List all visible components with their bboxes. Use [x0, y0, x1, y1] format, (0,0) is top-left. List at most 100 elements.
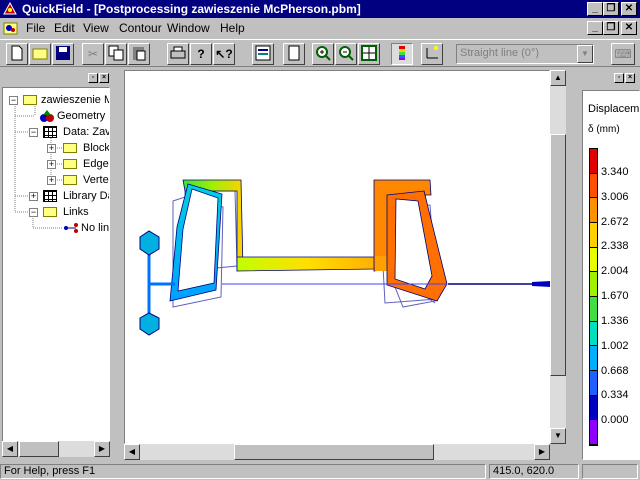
legend-swatch	[590, 297, 597, 322]
doc-icon[interactable]	[3, 20, 19, 36]
open-folder-icon	[23, 95, 37, 105]
legend-value: 0.668	[601, 365, 629, 377]
contour-type-value: Straight line (0°)	[460, 47, 539, 59]
open-folder-icon	[43, 207, 57, 217]
tree-pane-float-button[interactable]: ▫	[88, 73, 98, 83]
legend-title: Displacem	[588, 103, 640, 115]
menu-view[interactable]: View	[83, 21, 109, 35]
copy-icon[interactable]	[105, 43, 127, 65]
canvas-hscrollbar[interactable]: ◀ ▶	[124, 444, 550, 460]
paste-icon[interactable]	[128, 43, 150, 65]
canvas-vscrollbar[interactable]: ▲ ▼	[550, 70, 566, 444]
legend-value: 0.334	[601, 389, 629, 401]
canvas-vscroll-thumb[interactable]	[550, 134, 566, 376]
app-icon[interactable]	[3, 1, 17, 16]
save-icon[interactable]	[52, 43, 74, 65]
legend-pane-float-button[interactable]: ▫	[614, 73, 624, 83]
new-file-icon[interactable]	[6, 43, 28, 65]
table-icon	[43, 126, 57, 138]
table-icon	[43, 190, 57, 202]
collapse-icon[interactable]: −	[29, 128, 38, 137]
menu-edit[interactable]: Edit	[54, 21, 75, 35]
legend-value: 3.006	[601, 191, 629, 203]
scroll-left-icon[interactable]: ◀	[124, 444, 140, 460]
title-bar: QuickField - [Postprocessing zawieszenie…	[0, 0, 640, 18]
tree-item-label: Links	[63, 206, 89, 218]
tree-hscroll-thumb[interactable]	[19, 441, 59, 457]
expand-icon[interactable]: +	[47, 144, 56, 153]
doc-restore-button[interactable]: ❐	[603, 21, 619, 35]
legend-swatch	[590, 223, 597, 248]
menu-contour[interactable]: Contour	[119, 21, 162, 35]
scroll-right-icon[interactable]: ▶	[534, 444, 550, 460]
restore-button[interactable]: ❐	[603, 2, 619, 16]
tree-item-label: Block	[83, 142, 110, 154]
print-icon[interactable]	[167, 43, 189, 65]
status-coordinates: 415.0, 620.0	[489, 464, 579, 479]
legend-swatch	[590, 149, 597, 174]
scroll-up-icon[interactable]: ▲	[550, 70, 566, 86]
page-setup-icon[interactable]	[283, 43, 305, 65]
expand-icon[interactable]: +	[47, 176, 56, 185]
link-icon	[63, 222, 79, 234]
menu-file[interactable]: File	[26, 21, 45, 35]
legend-pane-close-button[interactable]: ×	[625, 73, 635, 83]
tree-hscrollbar[interactable]: ◀ ▶	[2, 441, 110, 457]
zoom-fit-icon[interactable]	[358, 43, 380, 65]
doc-minimize-button[interactable]: _	[587, 21, 603, 35]
contour-type-select[interactable]: Straight line (0°) ▼	[456, 44, 594, 64]
tree-pane-close-button[interactable]: ×	[99, 73, 109, 83]
legend-pane: ▫ × Displacem δ (mm) 3.340 3.006 2.672 2.33…	[570, 73, 640, 460]
problem-tree-pane: ▫ × − zawieszenie M Geometry − Data: Zav…	[2, 73, 110, 458]
scroll-down-icon[interactable]: ▼	[550, 428, 566, 444]
legend-color-bar	[589, 148, 598, 446]
tree-item-label: Vertex	[83, 174, 109, 186]
chevron-down-icon[interactable]: ▼	[577, 45, 593, 63]
canvas-hscroll-thumb[interactable]	[234, 444, 434, 460]
legend-swatch	[590, 198, 597, 224]
scroll-left-icon[interactable]: ◀	[2, 441, 18, 457]
window-title: QuickField - [Postprocessing zawieszenie…	[22, 2, 361, 16]
menu-window[interactable]: Window	[167, 21, 210, 35]
collapse-icon[interactable]: −	[29, 208, 38, 217]
legend-swatch	[590, 247, 597, 273]
close-button[interactable]: ✕	[621, 2, 637, 16]
tree-item-label: Geometry	[57, 110, 106, 122]
status-extra	[582, 464, 638, 479]
folder-icon	[63, 175, 77, 185]
help-question-icon[interactable]: ?	[190, 43, 212, 65]
legend-swatch	[590, 346, 597, 372]
expand-icon[interactable]: +	[29, 192, 38, 201]
legend-value: 0.000	[601, 414, 629, 426]
postprocessor-canvas[interactable]	[124, 70, 551, 445]
legend-unit: δ (mm)	[588, 124, 620, 135]
color-legend: Displacem δ (mm) 3.340 3.006 2.672 2.338 2.0…	[582, 90, 640, 460]
properties-icon[interactable]	[252, 43, 274, 65]
folder-icon	[63, 159, 77, 169]
zoom-in-icon[interactable]	[312, 43, 334, 65]
color-map-icon[interactable]	[391, 43, 413, 65]
context-help-icon[interactable]: ↖?	[213, 43, 235, 65]
deformed-shape	[139, 179, 551, 336]
new-contour-icon[interactable]	[421, 43, 443, 65]
scroll-right-icon[interactable]: ▶	[94, 441, 110, 457]
minimize-button[interactable]: _	[587, 2, 603, 16]
status-bar: For Help, press F1 415.0, 620.0	[0, 462, 640, 480]
tree-item-label: No lin	[81, 222, 110, 234]
open-folder-icon[interactable]	[29, 43, 51, 65]
cut-icon[interactable]: ✂	[82, 43, 104, 65]
collapse-icon[interactable]: −	[9, 96, 18, 105]
legend-swatches	[590, 149, 597, 446]
displacement-plot[interactable]	[125, 71, 551, 445]
zoom-out-icon[interactable]	[335, 43, 357, 65]
menu-help[interactable]: Help	[220, 21, 245, 35]
legend-swatch	[590, 395, 597, 421]
tree-item-label: Data: Zav	[63, 126, 110, 138]
legend-value: 1.336	[601, 315, 629, 327]
menu-bar: File Edit View Contour Window Help _ ❐ ✕	[0, 18, 640, 38]
calculator-icon[interactable]: ⌨	[611, 43, 635, 65]
doc-close-button[interactable]: ✕	[621, 21, 637, 35]
legend-swatch	[590, 420, 597, 446]
legend-value: 1.002	[601, 340, 629, 352]
expand-icon[interactable]: +	[47, 160, 56, 169]
